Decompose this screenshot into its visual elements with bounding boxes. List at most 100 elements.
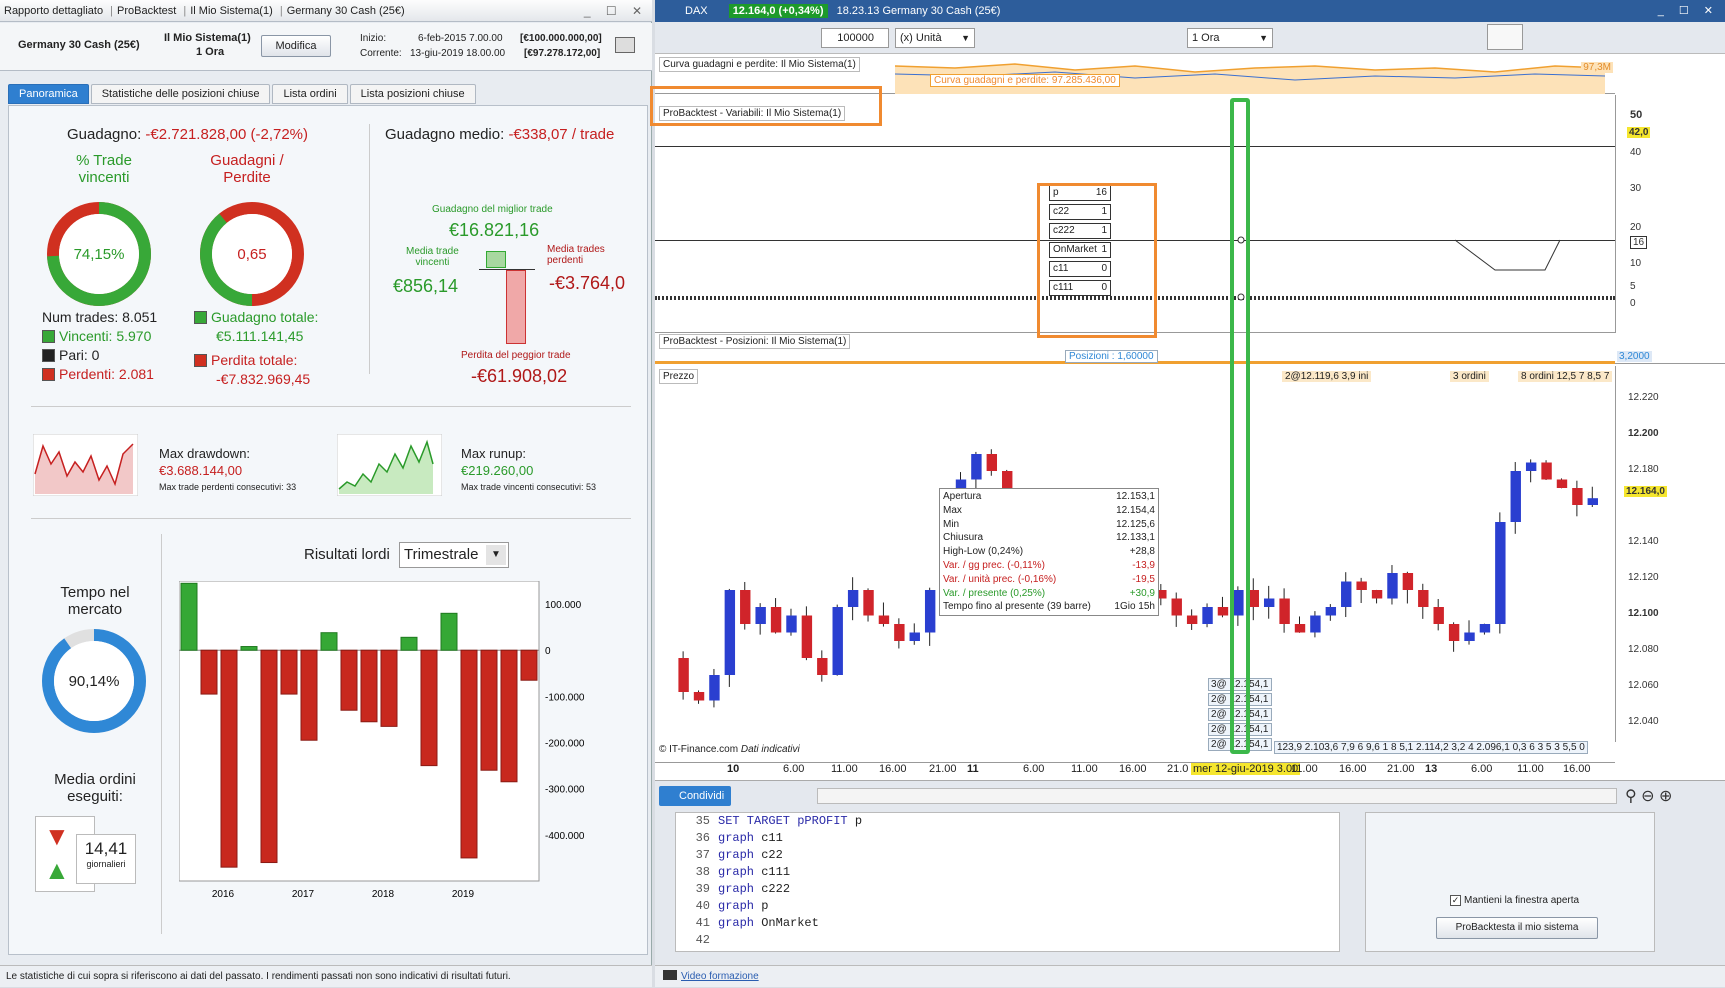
avg-loss-label-2: perdenti — [547, 255, 584, 266]
chart-bottom-toolbar: Condividi ⚲ ⊖ ⊕ — [655, 780, 1725, 810]
price-axis-12120: 12.120 — [1628, 572, 1659, 583]
timeframe-select[interactable]: 1 Ora ▼ — [1187, 28, 1273, 48]
tooltip-row: Chiusura 12.133,1 — [943, 532, 1155, 546]
result-bar — [420, 649, 438, 767]
divider — [369, 124, 370, 374]
tooltip-row-label: Tempo fino al presente (39 barre) — [943, 601, 1091, 613]
max-dd-label: Max drawdown: — [159, 446, 251, 461]
code-keyword: SET TARGET pPROFIT — [718, 814, 848, 828]
positions-panel: ProBacktest - Posizioni: Il Mio Sistema(… — [655, 334, 1725, 364]
chevron-down-icon: ▼ — [486, 545, 506, 565]
chart-title-info: 18.23.13 Germany 30 Cash (25€) — [836, 5, 1001, 17]
time-axis: 10 6.00 11.00 16.00 21.00 11 6.00 11.00 … — [655, 762, 1615, 778]
keep-open-checkbox[interactable]: ✓ — [1450, 895, 1461, 906]
result-bar — [520, 649, 538, 681]
winners-swatch — [42, 330, 55, 343]
x-tick-label: 2016 — [212, 889, 235, 900]
candle-body — [1418, 590, 1429, 607]
window-controls[interactable]: _ ☐ ✕ — [584, 0, 648, 21]
candle-body — [1325, 607, 1337, 616]
zoom-icons[interactable]: ⚲ ⊖ ⊕ — [1625, 786, 1672, 806]
vars-axis-30: 30 — [1630, 183, 1642, 194]
chevron-down-icon: ▼ — [1259, 33, 1268, 43]
positions-panel-title: ProBacktest - Posizioni: Il Mio Sistema(… — [659, 334, 851, 349]
result-bar — [480, 649, 498, 771]
price-axis-current: 12.164,0 — [1624, 486, 1667, 497]
report-titlebar: Rapporto dettagliato | ProBacktest | Il Mi… — [0, 0, 652, 22]
code-keyword: graph — [718, 899, 755, 913]
current-label: Corrente: — [360, 48, 402, 59]
report-tabs: Panoramica Statistiche delle posizioni c… — [8, 84, 476, 106]
tab-closed-stats[interactable]: Statistiche delle posizioni chiuse — [90, 84, 271, 104]
unit-select[interactable]: (x) Unità ▼ — [895, 28, 975, 48]
result-bar — [280, 649, 298, 695]
system-timeframe: 1 Ora — [196, 46, 225, 58]
tab-closed-positions[interactable]: Lista posizioni chiuse — [349, 84, 476, 104]
tooltip-row: Tempo fino al presente (39 barre) 1Gio 15… — [943, 601, 1155, 615]
candle-body — [1402, 573, 1414, 590]
tooltip-row: Apertura 12.153,1 — [943, 491, 1155, 505]
tooltip-row-label: Min — [943, 518, 960, 530]
vars-axis-20: 20 — [1630, 222, 1642, 233]
code-rest: p — [754, 899, 769, 913]
avg-loss-bar — [506, 270, 526, 344]
code-line: 38 graph c111 — [676, 864, 1339, 881]
qty-stepper[interactable]: 100000 — [821, 28, 889, 48]
modify-button[interactable]: Modifica — [261, 35, 331, 57]
tooltip-row-value: 12.154,4 — [1116, 504, 1155, 516]
annotation-box-variables-list — [1037, 183, 1157, 338]
tab-overview[interactable]: Panoramica — [8, 84, 89, 104]
report-title-2: ProBacktest — [117, 5, 177, 17]
tooltip-row-label: Apertura — [943, 491, 982, 502]
code-rest: c11 — [754, 831, 783, 845]
results-period-select[interactable]: Trimestrale ▼ — [399, 542, 509, 568]
code-rest: c111 — [754, 865, 791, 879]
timeframe-select-value: 1 Ora — [1192, 32, 1220, 44]
time-axis-label: 21.0 — [1167, 763, 1189, 775]
candle-body — [1356, 581, 1367, 590]
tooltip-row-label: Max — [943, 504, 962, 516]
share-button[interactable]: Condividi — [659, 786, 731, 806]
equity-axis-label: 97,3M — [1581, 62, 1613, 73]
code-rest: c222 — [754, 882, 791, 896]
result-bar — [440, 612, 458, 651]
chart-type-icon[interactable] — [1487, 24, 1523, 50]
keep-open-row[interactable]: ✓ Mantieni la finestra aperta — [1450, 895, 1579, 906]
start-value: [€100.000.000,00] — [520, 33, 602, 44]
result-bar — [260, 649, 278, 864]
candle-body — [1479, 624, 1491, 633]
code-keyword: graph — [718, 831, 755, 845]
run-backtest-button[interactable]: ProBacktesta il mio sistema — [1436, 917, 1598, 939]
candle-body — [1310, 615, 1321, 633]
y-tick-label: 100.000 — [545, 600, 582, 611]
chart-window-controls[interactable]: _ ☐ ✕ — [1658, 0, 1719, 22]
time-axis-label: 11.00 — [1517, 763, 1544, 775]
start-date: 6-feb-2015 7.00.00 — [418, 33, 503, 44]
avg-win-bar — [486, 251, 506, 268]
tooltip-row: Var. / presente (0,25%) +30,9 — [943, 588, 1155, 602]
time-axis-label: 6.00 — [1023, 763, 1045, 775]
candle-body — [1341, 581, 1352, 607]
win-pct-title: % Trade vincenti — [64, 152, 144, 186]
code-editor[interactable]: 35 SET TARGET pPROFIT p 36 graph c11 37 gra… — [675, 812, 1340, 952]
tab-orders[interactable]: Lista ordini — [272, 84, 348, 104]
print-icon[interactable] — [615, 37, 635, 53]
video-link[interactable]: Video formazione — [681, 971, 759, 982]
losers-count: Perdenti: 2.081 — [59, 366, 154, 382]
vars-axis-16: 16 — [1630, 236, 1648, 249]
timeline-scrollbar[interactable] — [817, 788, 1617, 804]
candle-body — [1464, 632, 1475, 641]
candle-body — [1495, 522, 1506, 624]
separator-2 — [31, 518, 631, 519]
price-panel-title: Prezzo — [659, 369, 699, 384]
price-axis-12040: 12.040 — [1628, 716, 1659, 727]
best-trade-label: Guadagno del miglior trade — [432, 204, 553, 215]
time-in-market-value: 90,14% — [69, 673, 120, 690]
candle-body — [986, 454, 998, 471]
win-pct-title-2: vincenti — [78, 169, 130, 186]
line-number: 38 — [695, 865, 710, 879]
candle-body — [1294, 624, 1306, 633]
symbol: DAX — [685, 5, 708, 17]
candle-body — [770, 607, 782, 633]
variables-axis: 50 40 30 20 16 10 5 0 42,0 — [1615, 95, 1725, 333]
